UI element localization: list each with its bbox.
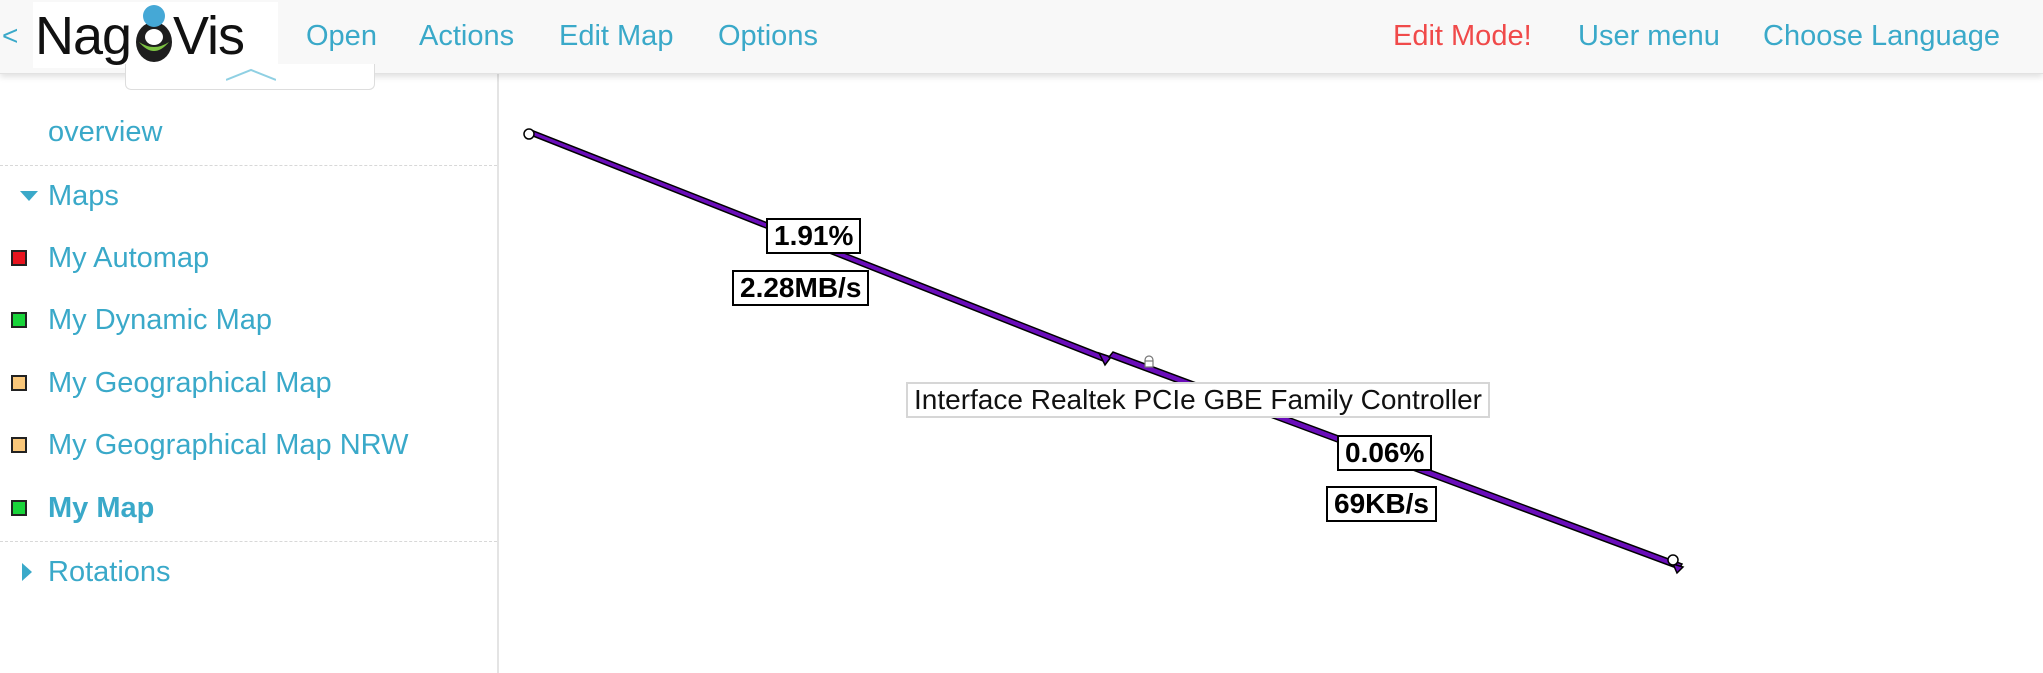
hover-info-label: Interface Realtek PCIe GBE Family Contro…: [906, 382, 1490, 418]
map-state-icon: [11, 500, 27, 516]
menu-open[interactable]: Open: [306, 18, 377, 54]
out-bandwidth-label: 69KB/s: [1326, 486, 1437, 522]
logo-text-left: Nag: [35, 6, 132, 66]
out-utilization-label: 0.06%: [1337, 435, 1433, 471]
sidebar-section-label: Maps: [48, 180, 119, 212]
map-line-layer: [523, 128, 1685, 575]
sidebar-item-label: My Geographical Map: [48, 367, 332, 399]
sidebar-item-label: My Map: [48, 492, 155, 524]
logo-text-right: Vis: [173, 6, 245, 66]
map-canvas[interactable]: 1.91% 2.28MB/s Interface Realtek PCIe GB…: [501, 74, 2043, 673]
line-end-handle[interactable]: [1667, 554, 1679, 566]
menu-options[interactable]: Options: [718, 18, 818, 54]
chevron-up-icon: [226, 68, 276, 81]
sidebar-divider: [0, 165, 497, 166]
nagvis-logo[interactable]: Nag Vis: [33, 2, 278, 68]
line-start-handle[interactable]: [523, 128, 535, 140]
caret-right-icon: [22, 563, 32, 581]
collapse-sidebar-icon[interactable]: <: [2, 18, 18, 54]
top-navigation-bar: < Nag Vis Open Actions Edit Map Options …: [0, 0, 2043, 74]
menu-edit-map[interactable]: Edit Map: [559, 18, 673, 54]
in-bandwidth-label: 2.28MB/s: [732, 270, 870, 306]
sidebar-item-label: My Geographical Map NRW: [48, 429, 409, 461]
caret-down-icon: [20, 191, 38, 201]
sidebar: overview Maps My Automap My Dynamic Map …: [0, 74, 499, 673]
map-state-icon: [11, 250, 27, 266]
menu-user[interactable]: User menu: [1578, 18, 1720, 54]
sidebar-divider: [0, 541, 497, 542]
edit-mode-indicator[interactable]: Edit Mode!: [1393, 18, 1532, 54]
in-utilization-label: 1.91%: [766, 218, 862, 254]
sidebar-collapse-handle[interactable]: [125, 64, 375, 90]
sidebar-item-label: overview: [48, 116, 163, 148]
sidebar-section-label: Rotations: [48, 556, 171, 588]
map-state-icon: [11, 375, 27, 391]
menu-actions[interactable]: Actions: [419, 18, 514, 54]
map-state-icon: [11, 437, 27, 453]
sidebar-item-label: My Dynamic Map: [48, 304, 272, 336]
line-midpoint-handle[interactable]: [1144, 355, 1154, 368]
map-state-icon: [11, 312, 27, 328]
sidebar-item-label: My Automap: [48, 242, 210, 274]
menu-choose-language[interactable]: Choose Language: [1763, 18, 2000, 54]
